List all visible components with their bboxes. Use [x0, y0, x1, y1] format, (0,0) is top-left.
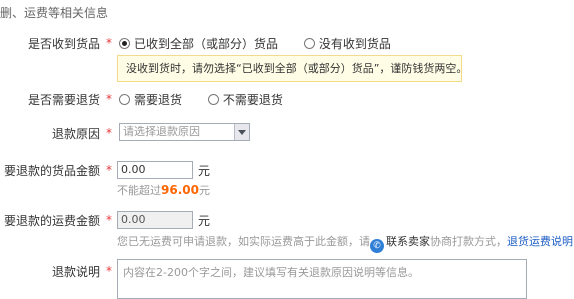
- radio-icon[interactable]: [303, 38, 315, 49]
- required-marker: *: [106, 36, 112, 50]
- goods-amount-input[interactable]: 0.00: [117, 161, 193, 179]
- goods-amount-unit: 元: [198, 164, 211, 178]
- radio-label: 没有收到货品: [318, 37, 391, 51]
- radio-no-return[interactable]: 不需要退货: [207, 91, 283, 108]
- required-marker: *: [106, 213, 112, 227]
- description-textarea[interactable]: 内容在2-200个字之间，建议填写有关退款原因说明等信息。: [117, 259, 527, 299]
- shipping-amount-label: 要退款的运费金额: [3, 214, 100, 228]
- limit-amount: 96.00: [161, 183, 199, 197]
- radio-received-all[interactable]: 已收到全部（或部分）货品: [119, 35, 278, 52]
- required-marker: *: [106, 264, 112, 278]
- chevron-down-icon[interactable]: [234, 124, 249, 140]
- shipping-note-after: 协商打款方式，: [430, 235, 507, 248]
- description-label: 退款说明: [51, 265, 100, 279]
- radio-icon[interactable]: [119, 94, 130, 105]
- required-marker: *: [106, 126, 112, 140]
- shipping-amount-input[interactable]: 0.00: [117, 211, 193, 229]
- radio-label: 需要退货: [134, 93, 183, 107]
- reason-label: 退款原因: [51, 127, 100, 141]
- radio-not-received[interactable]: 没有收到货品: [303, 35, 391, 52]
- warning-notice: 没收到货时，请勿选择“已收到全部（或部分）货品”，谨防钱货两空。: [117, 55, 467, 82]
- goods-amount-label: 要退款的货品金额: [3, 164, 100, 178]
- limit-unit: 元: [198, 184, 210, 197]
- contact-seller-link[interactable]: 联系卖家: [386, 235, 430, 248]
- return-shipping-policy-link[interactable]: 退货运费说明: [507, 235, 573, 248]
- required-marker: *: [106, 163, 112, 177]
- radio-label: 不需要退货: [222, 93, 283, 107]
- contact-seller-icon[interactable]: ✆: [370, 239, 384, 253]
- limit-prefix: 不能超过: [117, 184, 161, 197]
- reason-select[interactable]: 请选择退款原因: [119, 123, 250, 141]
- received-label: 是否收到货品: [27, 37, 100, 51]
- need-return-options: 需要退货 不需要退货: [119, 91, 283, 108]
- received-options: 已收到全部（或部分）货品 没有收到货品: [119, 35, 391, 52]
- goods-amount-limit: 不能超过96.00元: [117, 182, 210, 198]
- required-marker: *: [106, 92, 112, 106]
- reason-select-value: 请选择退款原因: [123, 125, 200, 138]
- shipping-note: 您已无运费可申请退款，如实际运费高于此金额，请 ✆ 联系卖家协商打款方式，退货运费说…: [117, 233, 573, 253]
- radio-label: 已收到全部（或部分）货品: [134, 37, 279, 51]
- shipping-amount-unit: 元: [198, 214, 211, 228]
- section-header: 删、运费等相关信息: [0, 6, 109, 20]
- radio-icon[interactable]: [119, 38, 130, 49]
- need-return-label: 是否需要退货: [27, 93, 100, 107]
- radio-icon[interactable]: [207, 94, 219, 105]
- shipping-note-before: 您已无运费可申请退款，如实际运费高于此金额，请: [117, 235, 370, 248]
- radio-need-return[interactable]: 需要退货: [119, 91, 182, 108]
